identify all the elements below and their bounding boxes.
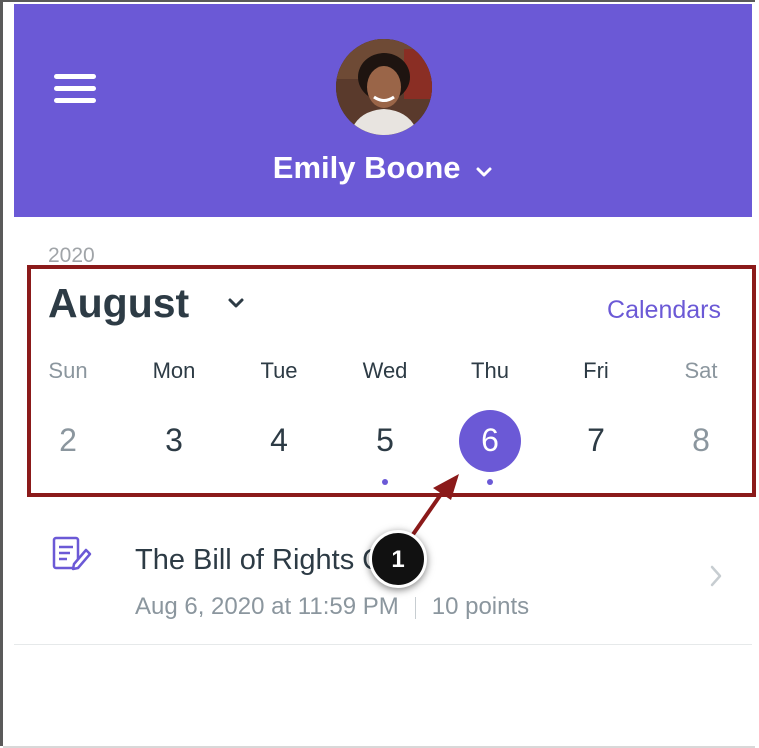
event-due-date: Aug 6, 2020 at 11:59 PM bbox=[135, 593, 399, 620]
meta-divider bbox=[414, 596, 416, 619]
hamburger-menu-icon[interactable] bbox=[54, 74, 96, 104]
avatar[interactable] bbox=[336, 39, 432, 135]
event-meta: Aug 6, 2020 at 11:59 PM 10 points bbox=[135, 593, 529, 621]
highlight-box bbox=[27, 265, 756, 497]
event-points: 10 points bbox=[431, 593, 530, 620]
profile-header: Emily Boone bbox=[14, 4, 752, 217]
callout-badge: 1 bbox=[369, 530, 427, 588]
user-name-dropdown[interactable]: Emily Boone bbox=[14, 150, 752, 186]
chevron-right-icon bbox=[708, 564, 724, 593]
user-name: Emily Boone bbox=[272, 150, 461, 185]
chevron-down-icon bbox=[475, 150, 493, 186]
quiz-icon bbox=[52, 534, 96, 579]
